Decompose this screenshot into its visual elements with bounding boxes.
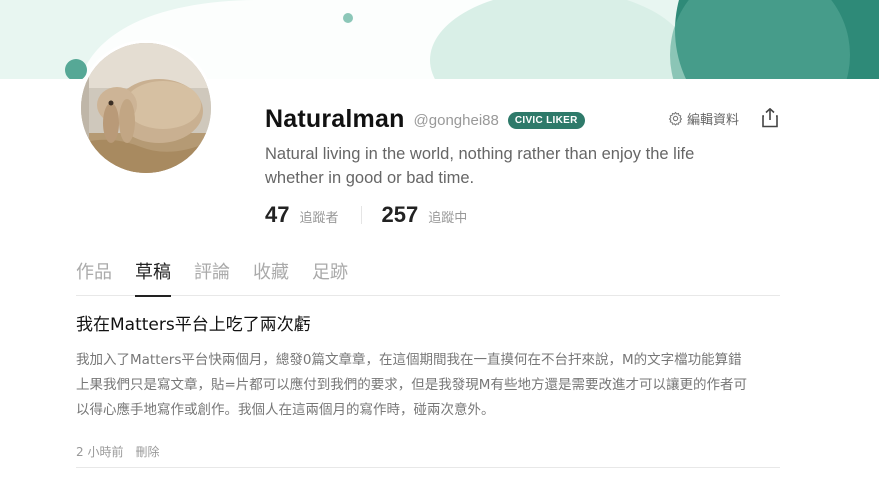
divider xyxy=(76,467,780,468)
draft-timestamp: 2 小時前 xyxy=(76,445,124,459)
bio-line: whether in good or bad time. xyxy=(265,169,475,187)
draft-title[interactable]: 我在Matters平台上吃了兩次虧 xyxy=(76,312,780,338)
summary-line: 上果我們只是寫文章，貼=片都可以應付到我們的要求，但是我發現M有些地方還是需要改… xyxy=(76,377,747,393)
delete-button[interactable]: 刪除 xyxy=(135,443,159,460)
tab-comments[interactable]: 評論 xyxy=(194,260,230,296)
following-label: 追蹤中 xyxy=(428,211,468,226)
profile-header: Naturalman @gonghei88 CIVIC LIKER xyxy=(265,103,585,135)
tab-drafts[interactable]: 草稿 xyxy=(135,260,171,297)
followers-stat[interactable]: 47 追蹤者 xyxy=(265,202,339,228)
tab-bookmarks[interactable]: 收藏 xyxy=(253,260,289,296)
summary-line: 以得心應手地寫作或創作。我個人在這兩個月的寫作時，碰兩次意外。 xyxy=(76,402,495,418)
display-name: Naturalman xyxy=(265,104,405,133)
tab-works[interactable]: 作品 xyxy=(76,260,112,296)
followers-count: 47 xyxy=(265,202,290,227)
profile-tabs: 作品 草稿 評論 收藏 足跡 xyxy=(76,260,780,297)
draft-summary[interactable]: 我加入了Matters平台快兩個月，總發0篇文章章，在這個期間我在一直摸何在不台… xyxy=(76,348,780,423)
gear-icon xyxy=(668,111,683,126)
user-handle: @gonghei88 xyxy=(413,111,499,129)
profile-bio: Natural living in the world, nothing rat… xyxy=(265,142,785,190)
stat-divider xyxy=(360,206,362,224)
summary-line: 我加入了Matters平台快兩個月，總發0篇文章章，在這個期間我在一直摸何在不台… xyxy=(76,352,742,368)
edit-profile-button[interactable]: 編輯資料 xyxy=(668,109,740,128)
following-count: 257 xyxy=(381,202,419,227)
draft-meta: 2 小時前 刪除 xyxy=(76,443,780,460)
rabbit-photo xyxy=(81,43,211,173)
followers-label: 追蹤者 xyxy=(299,211,339,226)
following-stat[interactable]: 257 追蹤中 xyxy=(382,202,468,228)
draft-item[interactable]: 我在Matters平台上吃了兩次虧 我加入了Matters平台快兩個月，總發0篇… xyxy=(76,312,780,460)
tab-history[interactable]: 足跡 xyxy=(312,260,348,296)
bio-line: Natural living in the world, nothing rat… xyxy=(265,145,695,163)
civic-liker-badge[interactable]: CIVIC LIKER xyxy=(507,111,585,129)
follow-stats: 47 追蹤者 257 追蹤中 xyxy=(265,202,467,228)
edit-profile-label: 編輯資料 xyxy=(687,112,740,128)
avatar[interactable] xyxy=(78,40,214,176)
share-icon[interactable] xyxy=(761,107,779,128)
